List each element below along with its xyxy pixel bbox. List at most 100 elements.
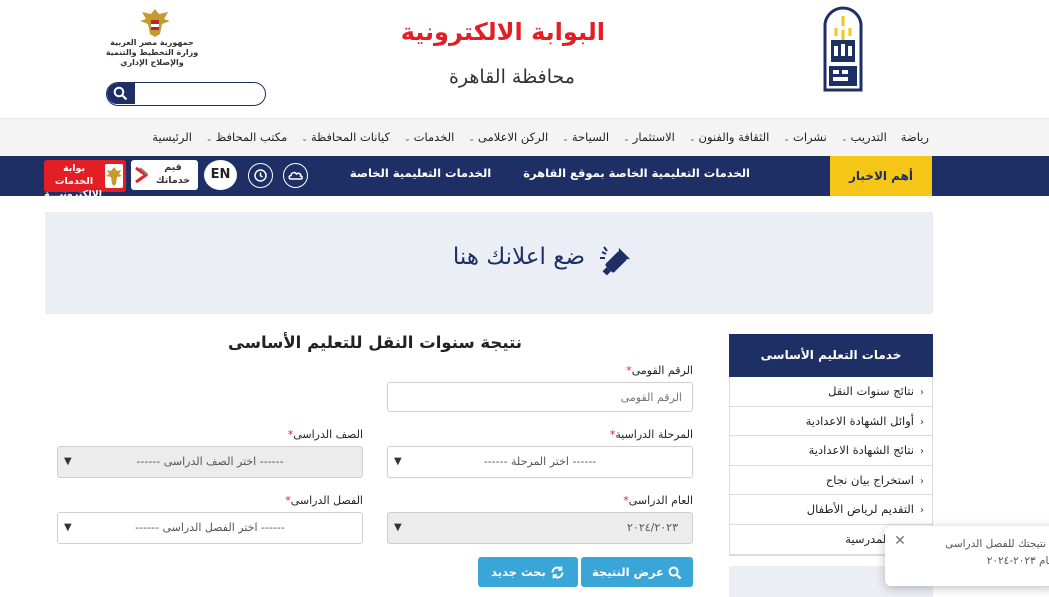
nav-item[interactable]: كيانات المحافظة⌄ — [301, 130, 390, 144]
nav-item[interactable]: رياضة — [901, 130, 929, 144]
chevron-down-icon: ▼ — [64, 456, 72, 467]
national-id-label: الرقم القومى* — [560, 364, 693, 377]
show-result-label: عرض النتيجة — [591, 565, 665, 579]
sidebar-item[interactable]: ‹ نتائج سنوات النقل — [730, 377, 932, 407]
nav-item[interactable]: مكتب المحافظ⌄ — [206, 130, 287, 144]
national-id-label-text: الرقم القومى — [631, 364, 693, 377]
search-button[interactable] — [107, 83, 135, 104]
grade-select-value: ------ اختر الصف الدراسى ------ — [136, 455, 284, 468]
stage-select[interactable]: ------ اختر المرحلة ------ ▼ — [387, 446, 693, 478]
nav-item[interactable]: الرئيسية — [152, 130, 192, 144]
rate-services-button[interactable]: قيم خدماتك — [131, 160, 198, 190]
grade-label-text: الصف الدراسى — [293, 428, 363, 441]
megaphone-icon — [600, 246, 631, 276]
chevron-left-icon: ‹ — [920, 387, 924, 398]
chevron-down-icon: ⌄ — [403, 134, 411, 143]
nav-item[interactable]: التدريب⌄ — [841, 130, 887, 144]
news-ticker-item[interactable]: الخدمات التعليمية الخاصة بموقع القاهرة — [523, 166, 750, 180]
clock-button[interactable] — [248, 163, 273, 188]
site-header: البوابة الالكترونية محافظة القاهرة جمهور… — [0, 0, 1049, 118]
year-select[interactable]: ٢٠٢٤/٢٠٢٣ ▼ — [387, 512, 693, 544]
chevron-left-icon: ‹ — [920, 416, 924, 428]
english-language-button[interactable]: EN — [204, 160, 237, 190]
grade-select[interactable]: ------ اختر الصف الدراسى ------ ▼ — [57, 446, 363, 478]
nav-item[interactable]: نشرات⌄ — [783, 130, 827, 144]
term-select[interactable]: ------ اختر الفصل الدراسى ------ ▼ — [57, 512, 363, 544]
egov-services-button[interactable]: بوابة الخدمات الإلكترونيـــة — [44, 160, 126, 200]
sidebar-item[interactable]: ‹ التقديم لرياض الأطفال — [730, 495, 932, 525]
sidebar-title: خدمات التعليم الأساسى — [729, 334, 933, 377]
rate-services-icon — [135, 166, 148, 184]
national-id-input[interactable] — [387, 382, 693, 412]
term-label-text: الفصل الدراسى — [290, 494, 363, 507]
nav-item[interactable]: الخدمات⌄ — [404, 130, 454, 144]
chevron-down-icon: ⌄ — [783, 134, 790, 143]
chevron-down-icon: ⌄ — [301, 134, 308, 143]
toast-message: ٥ نتيجتك للفصل الدراسى عام ٢٠٢٣-٢٠٢٤ — [915, 536, 1049, 570]
nav-item[interactable]: الركن الاعلامى⌄ — [468, 130, 548, 144]
advertisement-text: ضع اعلانك هنا — [452, 244, 585, 270]
nav-item-label: كيانات المحافظة — [310, 130, 390, 144]
notification-toast: ✕ ٥ نتيجتك للفصل الدراسى عام ٢٠٢٣-٢٠٢٤ — [885, 526, 1049, 586]
cairo-governorate-logo[interactable] — [812, 6, 874, 92]
news-ticker: الخدمات التعليمية الخاصة بموقع القاهرة ا… — [346, 166, 750, 186]
nav-item-label: السياحة — [571, 130, 610, 144]
show-result-button[interactable]: عرض النتيجة — [581, 557, 693, 587]
new-search-button[interactable]: بحث جديد — [478, 557, 578, 587]
nav-item-label: التدريب — [850, 130, 887, 144]
egov-services-label: بوابة الخدمات الإلكترونيـــة — [43, 163, 102, 200]
site-title: البوابة الالكترونية — [400, 18, 605, 46]
term-select-value: ------ اختر الفصل الدراسى ------ — [135, 521, 285, 534]
year-label-text: العام الدراسى — [628, 494, 693, 507]
sidebar-item-label: نتائج الشهادة الاعدادية — [808, 443, 914, 458]
chevron-down-icon: ▼ — [64, 522, 72, 533]
chevron-down-icon: ⌄ — [623, 134, 630, 143]
stage-label-text: المرحلة الدراسية — [615, 428, 693, 441]
toast-line-2: عام ٢٠٢٣-٢٠٢٤ — [986, 555, 1049, 567]
year-select-value: ٢٠٢٤/٢٠٢٣ — [627, 521, 678, 534]
stage-label: المرحلة الدراسية* — [560, 428, 693, 441]
sidebar-item-label: أوائل الشهادة الاعدادية — [805, 413, 914, 428]
form-title: نتيجة سنوات النقل للتعليم الأساسى — [228, 333, 522, 352]
chevron-left-icon: ‹ — [920, 446, 924, 458]
clock-icon — [254, 169, 267, 182]
chevron-down-icon: ⌄ — [562, 134, 569, 143]
chevron-down-icon: ⌄ — [205, 134, 213, 143]
egypt-eagle-emblem — [140, 9, 170, 37]
nav-item-label: رياضة — [900, 130, 929, 144]
sidebar-item[interactable]: ‹ أوائل الشهادة الاعدادية — [730, 407, 932, 437]
term-label: الفصل الدراسى* — [230, 494, 363, 507]
egypt-eagle-icon — [105, 164, 123, 188]
nav-items: الرئيسية مكتب المحافظ⌄ كيانات المحافظة⌄ الخ… — [152, 130, 929, 144]
nav-item-label: الخدمات — [413, 130, 455, 144]
search-icon — [668, 566, 682, 579]
chevron-down-icon: ⌄ — [688, 134, 696, 143]
nav-item-label: الاستثمار — [632, 130, 675, 144]
site-subtitle: محافظة القاهرة — [448, 66, 575, 88]
grade-label: الصف الدراسى* — [230, 428, 363, 441]
news-label: أهم الاخبار — [830, 156, 932, 196]
toast-line-1: ٥ نتيجتك للفصل الدراسى — [945, 538, 1049, 550]
news-ticker-item[interactable]: الخدمات التعليمية الخاصة بمر — [346, 166, 491, 180]
nav-item-label: نشرات — [793, 130, 827, 144]
search-bar — [106, 82, 266, 106]
search-input[interactable] — [137, 85, 261, 103]
close-icon[interactable]: ✕ — [893, 534, 907, 548]
ministry-line-1: جمهورية مصر العربية — [110, 38, 194, 47]
nav-item-label: الرئيسية — [152, 130, 192, 144]
advertisement-banner[interactable]: ضع اعلانك هنا — [45, 212, 933, 314]
chevron-down-icon: ⌄ — [468, 134, 476, 143]
chevron-down-icon: ⌄ — [840, 134, 848, 143]
nav-item[interactable]: الثقافة والفنون⌄ — [689, 130, 769, 144]
nav-item-label: الثقافة والفنون — [698, 130, 770, 144]
cloud-icon — [288, 171, 303, 180]
main-navigation: الرئيسية مكتب المحافظ⌄ كيانات المحافظة⌄ الخ… — [0, 118, 1049, 156]
rate-services-label: قيم خدماتك — [155, 162, 191, 186]
weather-button[interactable] — [283, 163, 308, 188]
sidebar-item[interactable]: ‹ استخراج بيان نجاح — [730, 466, 932, 496]
sidebar-item[interactable]: ‹ نتائج الشهادة الاعدادية — [730, 436, 932, 466]
year-label: العام الدراسى* — [560, 494, 693, 507]
stage-select-value: ------ اختر المرحلة ------ — [483, 455, 597, 468]
nav-item[interactable]: الاستثمار⌄ — [623, 130, 675, 144]
nav-item[interactable]: السياحة⌄ — [562, 130, 609, 144]
